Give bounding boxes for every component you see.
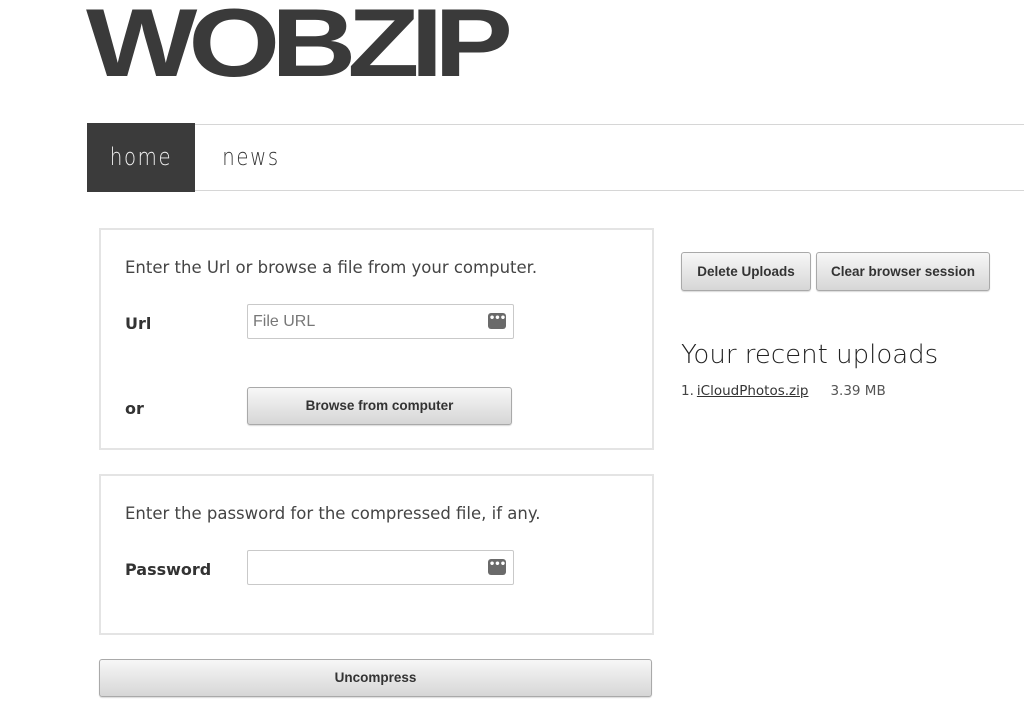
delete-uploads-button[interactable]: Delete Uploads — [681, 252, 811, 291]
recent-uploads-list: 1. iCloudPhotos.zip 3.39 MB — [681, 383, 886, 399]
nav-item-news-label: news — [222, 143, 280, 171]
password-input[interactable] — [247, 550, 514, 585]
password-panel: Enter the password for the compressed fi… — [99, 474, 654, 635]
key-icon[interactable]: ••• — [488, 313, 506, 329]
site-logo[interactable]: WOBZIP — [86, 0, 513, 91]
key-icon[interactable]: ••• — [488, 559, 506, 575]
url-panel-intro: Enter the Url or browse a file from your… — [125, 258, 538, 277]
password-label: Password — [125, 560, 212, 579]
or-label: or — [125, 399, 144, 418]
file-size: 3.39 MB — [830, 383, 886, 399]
url-label: Url — [125, 314, 152, 333]
url-input[interactable] — [247, 304, 514, 339]
url-panel: Enter the Url or browse a file from your… — [99, 228, 654, 450]
nav-item-news[interactable]: news — [203, 123, 299, 192]
uncompress-button[interactable]: Uncompress — [99, 659, 652, 697]
password-panel-intro: Enter the password for the compressed fi… — [125, 504, 541, 523]
recent-upload-link[interactable]: iCloudPhotos.zip — [697, 383, 809, 399]
browse-from-computer-button[interactable]: Browse from computer — [247, 387, 512, 425]
clear-browser-session-button[interactable]: Clear browser session — [816, 252, 990, 291]
nav-item-home[interactable]: home — [87, 123, 195, 192]
list-item: 1. iCloudPhotos.zip 3.39 MB — [681, 383, 886, 399]
list-item-index: 1. — [681, 383, 694, 399]
recent-uploads-title: Your recent uploads — [681, 340, 939, 370]
nav-item-home-label: home — [109, 143, 173, 171]
